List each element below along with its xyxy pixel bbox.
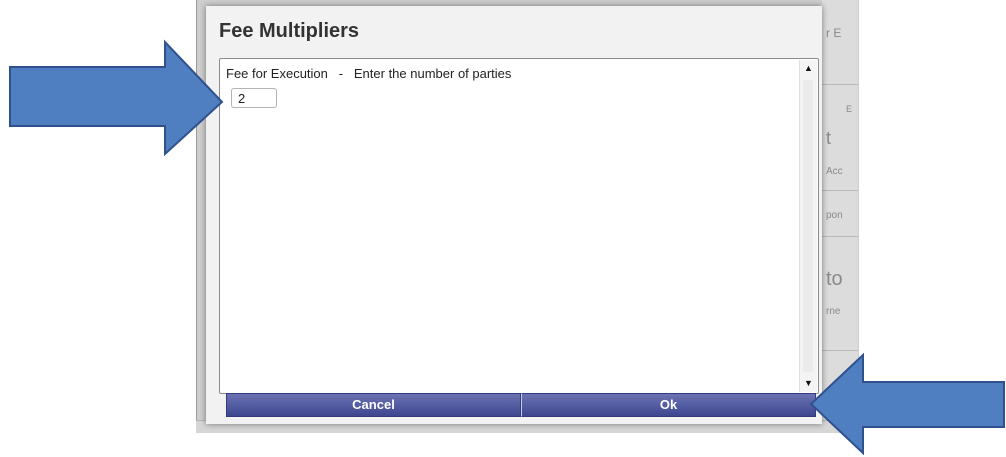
cancel-button[interactable]: Cancel	[226, 393, 521, 417]
dialog-title: Fee Multipliers	[219, 20, 360, 42]
background-text-fragment: to	[826, 268, 843, 290]
background-text-fragment: r E	[826, 26, 842, 40]
background-text-fragment: Acc	[826, 166, 843, 177]
background-text-fragment: rne	[826, 306, 841, 317]
scroll-up-icon[interactable]: ▲	[800, 60, 817, 77]
fee-multipliers-dialog: Fee Multipliers Fee for Execution - Ente…	[206, 6, 822, 424]
background-text-fragment: E	[846, 104, 853, 114]
scroll-track[interactable]	[803, 80, 813, 372]
right-arrow-pointing-to-input-icon	[9, 39, 224, 157]
dialog-button-row: Cancel Ok	[226, 393, 816, 417]
ok-button[interactable]: Ok	[521, 393, 816, 417]
background-text-fragment: t	[826, 128, 832, 148]
number-of-parties-input[interactable]	[231, 88, 277, 108]
fee-execution-label: Fee for Execution - Enter the number of …	[226, 66, 512, 81]
content-scrollbar[interactable]: ▲ ▼	[799, 60, 817, 392]
dialog-content-panel: Fee for Execution - Enter the number of …	[219, 58, 819, 394]
background-text-fragment: pon	[826, 210, 843, 221]
left-arrow-pointing-to-ok-icon	[809, 352, 1005, 456]
